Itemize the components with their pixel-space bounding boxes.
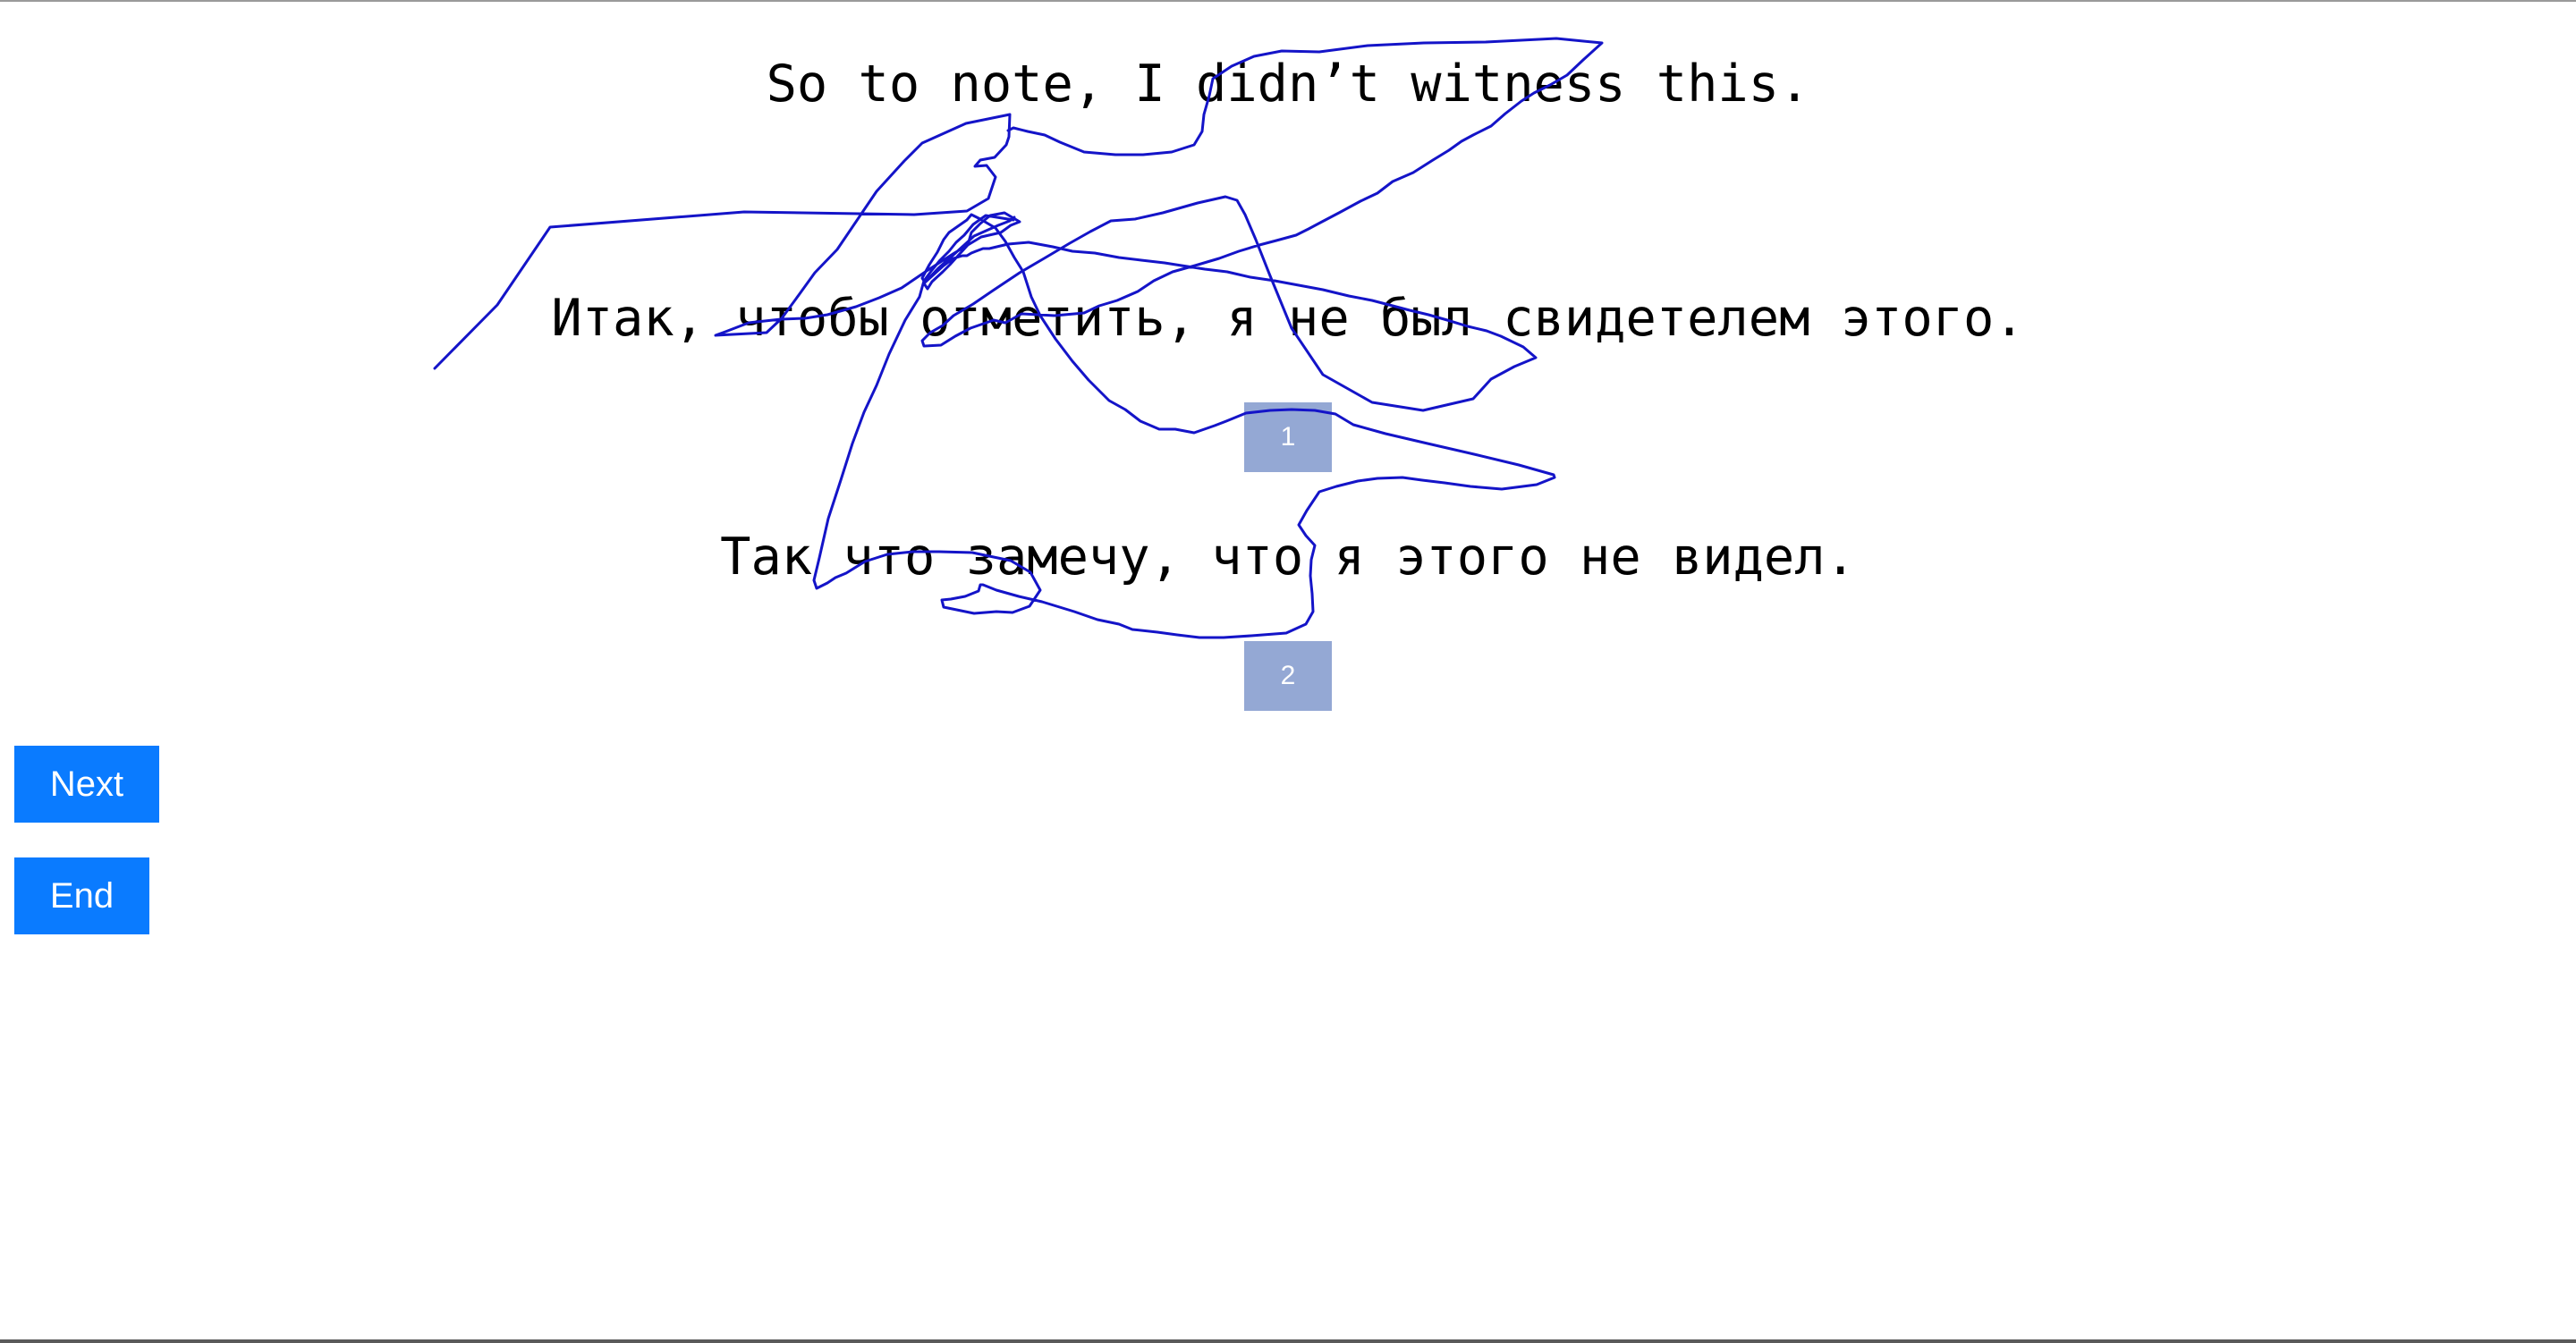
bottom-border xyxy=(0,1339,2576,1343)
top-border xyxy=(0,0,2576,2)
translation-1-text: Итак, чтобы отметить, я не был свидетеле… xyxy=(551,289,2025,348)
source-sentence: So to note, I didn’t witness this. xyxy=(766,55,1810,114)
translation-2-select-button[interactable]: 2 xyxy=(1244,641,1332,711)
next-button[interactable]: Next xyxy=(14,746,159,823)
end-button[interactable]: End xyxy=(14,857,149,934)
translation-1-select-button[interactable]: 1 xyxy=(1244,402,1332,472)
translation-2-text: Так что замечу, что я этого не видел. xyxy=(720,528,1856,587)
